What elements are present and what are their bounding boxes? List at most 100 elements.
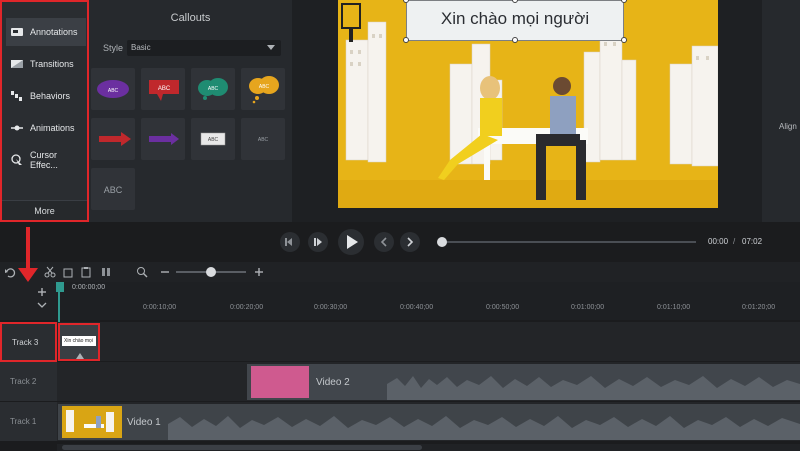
total-time: 07:02 — [742, 237, 763, 246]
timeline-ruler[interactable] — [57, 282, 800, 320]
tool-annotations-label: Annotations — [30, 27, 78, 37]
track-name: Track 3 — [12, 337, 39, 347]
callout-tile[interactable]: ABC — [191, 118, 235, 160]
callout-tile[interactable] — [91, 118, 135, 160]
zoom-slider-handle[interactable] — [206, 267, 216, 277]
callout-tile[interactable]: ABC — [91, 68, 135, 110]
annotations-icon — [11, 28, 23, 36]
arrow-callout-shape — [99, 132, 131, 146]
track-3-header[interactable]: Track 3 — [0, 322, 57, 362]
animations-icon — [11, 125, 23, 131]
svg-text:ABC: ABC — [259, 84, 270, 90]
track-3-lane[interactable] — [57, 322, 800, 362]
add-track-icon[interactable] — [36, 286, 48, 298]
callout-tile-shape: ABC — [200, 132, 226, 146]
tool-annotations[interactable]: Annotations — [6, 18, 86, 46]
step-back-icon — [285, 238, 292, 246]
svg-text:ABC: ABC — [108, 88, 119, 94]
tool-cursor-effects-label: Cursor Effec... — [30, 150, 58, 170]
thumbnail-scene — [66, 410, 114, 432]
callout-tile-shape: ABC — [258, 137, 269, 143]
ruler-tick-label: 0:01:20;00 — [742, 304, 776, 311]
step-forward-icon — [314, 238, 322, 246]
ruler-tick-label: 0:00:10;00 — [143, 304, 177, 311]
align-label: Align — [779, 122, 797, 131]
svg-text:ABC: ABC — [104, 185, 123, 195]
video-2-label: Video 2 — [316, 377, 350, 388]
playhead-time: 0:00:00;00 — [72, 284, 106, 291]
zoom-out-icon[interactable] — [160, 266, 170, 278]
video-1-thumbnail — [62, 406, 122, 438]
caret-up-icon — [76, 353, 84, 359]
video-1-clip[interactable] — [58, 404, 800, 440]
transitions-icon — [11, 60, 23, 68]
zoom-icon[interactable] — [136, 266, 148, 278]
paste-icon[interactable] — [80, 266, 92, 278]
style-select[interactable]: Basic — [127, 40, 281, 56]
ruler-tick-label: 0:00:30;00 — [314, 304, 348, 311]
zoom-in-icon[interactable] — [254, 266, 264, 278]
cursor-effects-icon — [11, 154, 22, 165]
current-time: 00:00 — [708, 237, 729, 246]
scrubber-handle[interactable] — [437, 237, 447, 247]
previous-marker-button[interactable] — [374, 232, 394, 252]
annotation-arrow-shaft — [26, 227, 30, 271]
split-icon[interactable] — [100, 266, 112, 278]
style-label: Style — [103, 43, 124, 53]
callout-tile-shape: ABC — [149, 80, 179, 101]
callout-tile[interactable] — [141, 118, 185, 160]
chevron-down-icon[interactable] — [36, 300, 48, 310]
callouts-panel: Callouts Style Basic ABC ABC ABC ABC ABC… — [89, 0, 292, 222]
callout-tile[interactable]: ABC — [241, 68, 285, 110]
track-controls-corner — [0, 282, 57, 320]
undo-icon[interactable] — [4, 266, 16, 278]
chevron-down-icon — [267, 45, 275, 50]
track-1-header[interactable]: Track 1 — [0, 402, 57, 442]
annotation-arrow-head — [18, 268, 38, 282]
properties-panel — [762, 0, 800, 222]
more-button[interactable]: More — [2, 200, 87, 220]
arrow-callout-shape — [149, 133, 179, 145]
playhead-handle[interactable] — [56, 282, 64, 292]
svg-text:ABC: ABC — [258, 137, 269, 143]
ruler-tick-label: 0:00:40;00 — [400, 304, 434, 311]
ruler-tick-label: 0:00:50;00 — [486, 304, 520, 311]
track-name: Track 1 — [10, 417, 37, 426]
ruler-tick-label: 0:00:20;00 — [230, 304, 264, 311]
audio-waveform — [168, 416, 800, 440]
callout-tile[interactable]: ABC — [141, 68, 185, 110]
copy-icon[interactable] — [62, 266, 74, 278]
resize-handle[interactable] — [512, 37, 518, 43]
play-button[interactable] — [338, 229, 364, 255]
previous-frame-button[interactable] — [280, 232, 300, 252]
chevron-left-icon — [380, 237, 387, 247]
ruler-tick-label: 0:01:10;00 — [657, 304, 691, 311]
callouts-title: Callouts — [170, 12, 211, 24]
tool-transitions[interactable]: Transitions — [6, 50, 86, 78]
timeline-scrollbar-thumb[interactable] — [62, 445, 422, 450]
callout-tile[interactable]: ABC — [241, 118, 285, 160]
tool-animations[interactable]: Animations — [6, 114, 86, 142]
callout-tile-shape: ABC — [198, 78, 228, 100]
callout-tile-shape: ABC — [104, 185, 123, 195]
behaviors-icon — [11, 91, 22, 101]
ruler-tick-label: 0:01:00;00 — [571, 304, 605, 311]
resize-handle[interactable] — [403, 37, 409, 43]
step-forward-button[interactable] — [308, 232, 328, 252]
next-marker-button[interactable] — [400, 232, 420, 252]
cut-icon[interactable] — [44, 266, 56, 278]
tool-cursor-effects[interactable]: Cursor Effec... — [6, 146, 86, 174]
tool-transitions-label: Transitions — [30, 59, 74, 69]
time-separator: / — [733, 237, 736, 246]
resize-handle[interactable] — [621, 37, 627, 43]
tools-panel: Annotations Transitions Behaviors Animat… — [0, 0, 89, 222]
callout-tile[interactable]: ABC — [191, 68, 235, 110]
callout-text-overlay[interactable]: Xin chào mọi người — [406, 0, 624, 41]
callout-clip-label: Xin chào mọi — [62, 336, 96, 346]
svg-text:ABC: ABC — [158, 86, 171, 92]
track-2-header[interactable]: Track 2 — [0, 362, 57, 402]
scrubber-track[interactable] — [442, 241, 696, 243]
callout-tile[interactable]: ABC — [91, 168, 135, 210]
tool-behaviors[interactable]: Behaviors — [6, 82, 86, 110]
track-name: Track 2 — [10, 377, 37, 386]
